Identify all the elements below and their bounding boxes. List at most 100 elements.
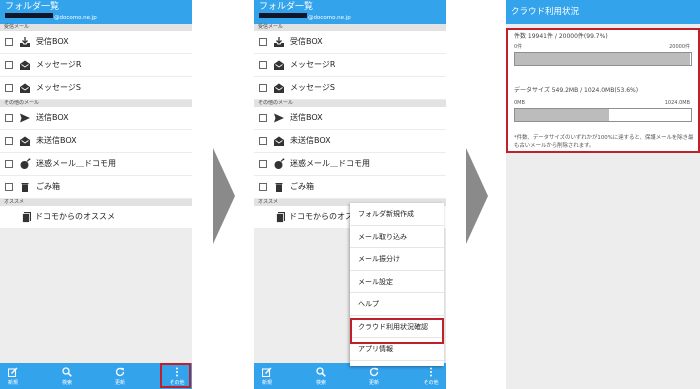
redacted-address (5, 13, 53, 18)
folder-label: 未送信BOX (36, 136, 77, 145)
compose-icon (8, 367, 18, 377)
folder-checkbox[interactable] (5, 38, 13, 46)
cloud-usage-screen: クラウド利用状況 件数 19941件 / 20000件(99.7%) 0件 20… (506, 0, 700, 389)
menu-item-import-mail[interactable]: メール取り込み (350, 226, 444, 248)
envelope-open-icon (273, 82, 285, 94)
envelope-open-icon (273, 59, 285, 71)
highlight-cloud-usage-item (350, 318, 444, 344)
next-step-arrow-icon (213, 148, 235, 244)
send-arrow-icon (273, 112, 285, 124)
folder-item-message-s[interactable]: メッセージS (254, 77, 446, 100)
folder-label: 受信BOX (36, 37, 69, 46)
folder-list-menu-screen: フォルダ一覧 @docomo.ne.jp 受信メール 受信BOX メッセージR … (254, 0, 446, 389)
folder-checkbox[interactable] (259, 61, 267, 69)
account-address: @docomo.ne.jp (259, 13, 351, 21)
folder-item-message-r[interactable]: メッセージR (0, 54, 192, 77)
menu-item-sort-mail[interactable]: メール振分け (350, 248, 444, 271)
folder-label: メッセージR (290, 60, 336, 69)
folder-label: 迷惑メール＿ドコモ用 (36, 159, 116, 168)
folder-label: ごみ箱 (36, 182, 60, 191)
compose-tab-label: 新規 (261, 380, 272, 386)
bomb-icon (273, 158, 285, 170)
inbox-tray-icon (273, 36, 285, 48)
refresh-icon (115, 367, 125, 377)
folder-list: 受信メール 受信BOX メッセージR メッセージS その他のメール 送信BOX … (0, 24, 192, 229)
folder-item-spam[interactable]: 迷惑メール＿ドコモ用 (0, 153, 192, 176)
send-arrow-icon (19, 112, 31, 124)
search-tab-label: 検索 (315, 380, 326, 386)
folder-checkbox[interactable] (259, 160, 267, 168)
folder-checkbox[interactable] (5, 137, 13, 145)
refresh-tab-label: 更新 (368, 380, 379, 386)
folder-item-sent-box[interactable]: 送信BOX (254, 107, 446, 130)
folder-item-sent-box[interactable]: 送信BOX (0, 107, 192, 130)
folder-item-inbox-box[interactable]: 受信BOX (254, 31, 446, 54)
app-bar: フォルダ一覧 @docomo.ne.jp (0, 0, 192, 24)
more-tab-label: その他 (423, 380, 439, 386)
section-header-inbox: 受信メール (254, 24, 446, 31)
folder-label: 送信BOX (36, 113, 69, 122)
refresh-tab[interactable]: 更新 (359, 363, 389, 389)
menu-item-new-folder[interactable]: フォルダ新規作成 (350, 203, 444, 226)
count-max-label: 20000件 (669, 44, 690, 50)
folder-checkbox[interactable] (259, 84, 267, 92)
recommend-label: ドコモからのオス (289, 212, 353, 221)
folder-label: 未送信BOX (290, 136, 331, 145)
app-bar: フォルダ一覧 @docomo.ne.jp (254, 0, 446, 24)
folder-item-spam[interactable]: 迷惑メール＿ドコモ用 (254, 153, 446, 176)
folder-checkbox[interactable] (259, 38, 267, 46)
folder-checkbox[interactable] (259, 137, 267, 145)
search-tab[interactable]: 検索 (306, 363, 336, 389)
bomb-icon (19, 158, 31, 170)
folder-label: 受信BOX (290, 37, 323, 46)
search-tab[interactable]: 検索 (52, 363, 82, 389)
folder-checkbox[interactable] (5, 84, 13, 92)
folder-item-trash[interactable]: ごみ箱 (254, 176, 446, 199)
mail-count-gauge-fill (515, 53, 691, 65)
folder-item-unsent-box[interactable]: 未送信BOX (0, 130, 192, 153)
menu-item-mail-settings[interactable]: メール設定 (350, 271, 444, 293)
section-header-other: その他のメール (254, 100, 446, 107)
folder-item-message-s[interactable]: メッセージS (0, 77, 192, 100)
folder-checkbox[interactable] (5, 114, 13, 122)
size-max-label: 1024.0MB (664, 100, 690, 106)
envelope-open-icon (19, 135, 31, 147)
folder-item-inbox-box[interactable]: 受信BOX (0, 31, 192, 54)
notebook-icon (21, 211, 33, 223)
highlight-more-tab (160, 363, 191, 388)
refresh-tab[interactable]: 更新 (105, 363, 135, 389)
folder-checkbox[interactable] (5, 160, 13, 168)
envelope-open-icon (19, 82, 31, 94)
screen-title: フォルダ一覧 (5, 2, 60, 12)
folder-item-trash[interactable]: ごみ箱 (0, 176, 192, 199)
compose-tab[interactable]: 新規 (254, 363, 282, 389)
next-step-arrow-icon (466, 148, 488, 244)
search-icon (62, 367, 72, 377)
folder-checkbox[interactable] (259, 114, 267, 122)
folder-label: ごみ箱 (290, 182, 314, 191)
folder-checkbox[interactable] (5, 61, 13, 69)
account-domain: @docomo.ne.jp (54, 15, 97, 21)
compose-icon (262, 367, 272, 377)
recommend-item[interactable]: ドコモからのオススメ (0, 206, 192, 229)
folder-list: 受信メール 受信BOX メッセージR メッセージS その他のメール 送信BOX … (254, 24, 446, 229)
folder-checkbox[interactable] (5, 183, 13, 191)
account-domain: @docomo.ne.jp (308, 15, 351, 21)
screen-title: フォルダ一覧 (259, 2, 314, 12)
screen-title: クラウド利用状況 (511, 7, 580, 17)
folder-checkbox[interactable] (259, 183, 267, 191)
folder-label: 送信BOX (290, 113, 323, 122)
menu-item-help[interactable]: ヘルプ (350, 293, 444, 316)
more-tab[interactable]: その他 (416, 363, 446, 389)
section-header-inbox: 受信メール (0, 24, 192, 31)
app-bar: クラウド利用状況 (506, 0, 700, 24)
redacted-address (259, 13, 307, 18)
data-size-text: データサイズ 549.2MB / 1024.0MB(53.6%) (514, 87, 639, 94)
search-tab-label: 検索 (61, 380, 72, 386)
compose-tab[interactable]: 新規 (0, 363, 28, 389)
folder-label: 迷惑メール＿ドコモ用 (290, 159, 370, 168)
deletion-note: *件数、データサイズのいずれかが100%に達すると、保護メールを除き最も古いメー… (514, 135, 694, 149)
trash-can-icon (273, 181, 285, 193)
folder-item-unsent-box[interactable]: 未送信BOX (254, 130, 446, 153)
folder-item-message-r[interactable]: メッセージR (254, 54, 446, 77)
